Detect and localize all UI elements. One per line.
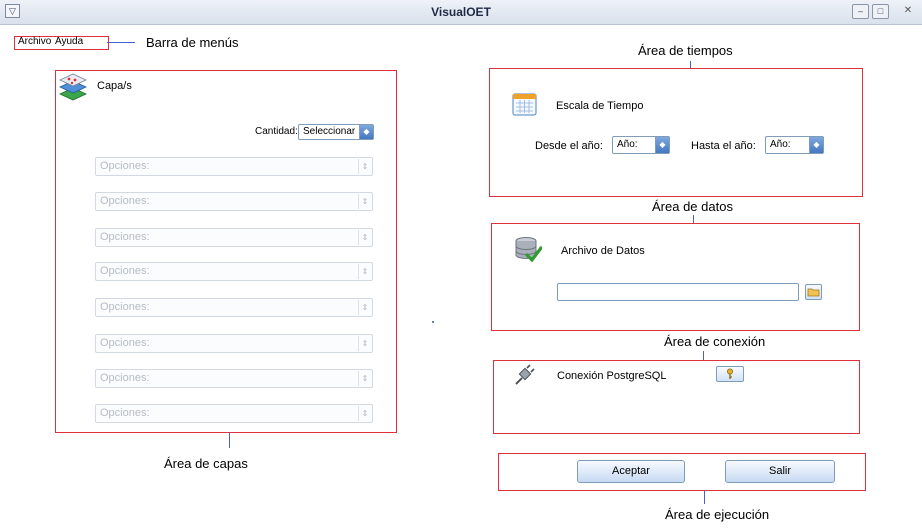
- layer-option-placeholder: Opciones:: [100, 231, 150, 243]
- from-year-value: Año:: [617, 139, 638, 150]
- layer-option-select[interactable]: Opciones: ⇕: [95, 369, 373, 388]
- stray-dot: [432, 321, 434, 323]
- layer-option-select[interactable]: Opciones: ⇕: [95, 192, 373, 211]
- connection-panel: [493, 360, 860, 434]
- layers-pointer-line: [229, 432, 230, 448]
- time-scale-title: Escala de Tiempo: [556, 100, 644, 112]
- spinner-arrows-icon: ⇕: [358, 300, 371, 315]
- execution-annotation: Área de ejecución: [665, 507, 770, 522]
- execution-pointer-line: [704, 490, 705, 504]
- data-file-path-input[interactable]: [557, 283, 799, 301]
- connect-button[interactable]: [716, 366, 744, 382]
- layer-option-placeholder: Opciones:: [100, 195, 150, 207]
- time-annotation: Área de tiempos: [638, 43, 733, 58]
- database-check-icon: [514, 236, 543, 264]
- plug-icon: [513, 364, 535, 386]
- layers-icon: [58, 72, 88, 102]
- layer-option-placeholder: Opciones:: [100, 265, 150, 277]
- spinner-arrows-icon: ⇕: [358, 371, 371, 386]
- spinner-arrows-icon: ⇕: [358, 336, 371, 351]
- spinner-arrows-icon: ⇕: [358, 159, 371, 174]
- menu-bar-pointer-line: [107, 42, 135, 43]
- close-button[interactable]: ✕: [901, 4, 915, 18]
- data-panel: [491, 223, 860, 331]
- connection-title: Conexión PostgreSQL: [557, 370, 667, 382]
- layer-option-placeholder: Opciones:: [100, 407, 150, 419]
- connection-annotation: Área de conexión: [664, 334, 766, 349]
- to-year-value: Año:: [770, 139, 791, 150]
- layer-option-select[interactable]: Opciones: ⇕: [95, 262, 373, 281]
- maximize-button[interactable]: □: [872, 4, 889, 19]
- from-year-select[interactable]: Año: ◆: [612, 136, 670, 154]
- layer-option-select[interactable]: Opciones: ⇕: [95, 404, 373, 423]
- layer-option-select[interactable]: Opciones: ⇕: [95, 298, 373, 317]
- time-panel: [489, 68, 863, 197]
- menu-bar-annotation: Barra de menús: [146, 35, 239, 50]
- layer-option-select[interactable]: Opciones: ⇕: [95, 334, 373, 353]
- layer-option-select[interactable]: Opciones: ⇕: [95, 228, 373, 247]
- layer-option-placeholder: Opciones:: [100, 301, 150, 313]
- quantity-label: Cantidad:: [255, 126, 298, 137]
- spinner-arrows-icon: ⇕: [358, 194, 371, 209]
- from-year-label: Desde el año:: [535, 140, 603, 152]
- connection-pointer-line: [703, 351, 704, 360]
- data-file-title: Archivo de Datos: [561, 245, 645, 257]
- dropdown-arrow-icon: ◆: [359, 125, 373, 139]
- minimize-button[interactable]: –: [852, 4, 869, 19]
- menu-item-ayuda[interactable]: Ayuda: [55, 36, 83, 47]
- window-title: VisualOET: [431, 5, 491, 19]
- layer-option-placeholder: Opciones:: [100, 160, 150, 172]
- spinner-arrows-icon: ⇕: [358, 264, 371, 279]
- window-titlebar[interactable]: ▽ VisualOET – □ ✕: [0, 0, 922, 25]
- to-year-select[interactable]: Año: ◆: [765, 136, 824, 154]
- data-annotation: Área de datos: [652, 199, 733, 214]
- key-icon: [726, 368, 733, 379]
- spinner-arrows-icon: ⇕: [358, 406, 371, 421]
- menu-item-archivo[interactable]: Archivo: [18, 36, 51, 47]
- to-year-label: Hasta el año:: [691, 140, 756, 152]
- spinner-arrows-icon: ⇕: [358, 230, 371, 245]
- layers-title: Capa/s: [97, 80, 132, 92]
- layer-option-placeholder: Opciones:: [100, 337, 150, 349]
- folder-icon: [807, 288, 820, 297]
- layer-option-select[interactable]: Opciones: ⇕: [95, 157, 373, 176]
- browse-button[interactable]: [805, 284, 822, 300]
- quantity-select[interactable]: Seleccionar ◆: [298, 124, 374, 140]
- accept-button[interactable]: Aceptar: [577, 460, 685, 483]
- exit-button[interactable]: Salir: [725, 460, 835, 483]
- menu-bar: Archivo Ayuda: [14, 36, 109, 50]
- dropdown-arrow-icon: ◆: [655, 137, 669, 153]
- layers-annotation: Área de capas: [164, 456, 248, 471]
- quantity-select-value: Seleccionar: [303, 126, 356, 137]
- calendar-icon: [512, 92, 537, 117]
- dropdown-arrow-icon: ◆: [809, 137, 823, 153]
- layer-option-placeholder: Opciones:: [100, 372, 150, 384]
